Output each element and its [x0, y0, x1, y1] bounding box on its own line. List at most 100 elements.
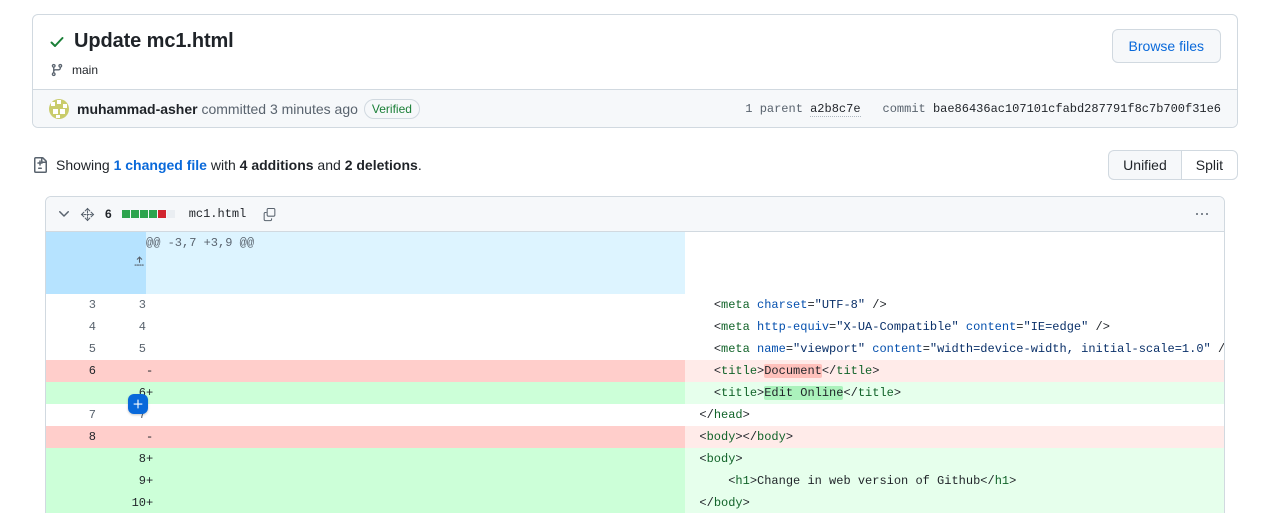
commit-sha[interactable]: bae86436ac107101cfabd287791f8c7b700f31e6	[933, 102, 1221, 116]
diff-line-row: 9 + <h1>Change in web version of Github<…	[46, 470, 1224, 492]
diff-summary-text: Showing 1 changed file with 4 additions …	[56, 155, 422, 175]
old-line-number[interactable]	[46, 382, 96, 404]
commit-diff-page: Update mc1.html main Browse files muhamm…	[0, 0, 1270, 513]
diff-table: @@ -3,7 +3,9 @@ 3 3 <meta charset="UTF-8…	[46, 232, 1224, 513]
line-sign: +	[146, 470, 685, 492]
new-line-number[interactable]: 5	[96, 338, 146, 360]
diff-summary-row: Showing 1 changed file with 4 additions …	[32, 150, 1238, 180]
summary-prefix: Showing	[56, 157, 114, 173]
stat-square-add	[121, 210, 130, 218]
commit-message-title: Update mc1.html	[74, 30, 234, 52]
author-name[interactable]: muhammad-asher	[77, 101, 198, 117]
new-line-number[interactable]: 9	[96, 470, 146, 492]
verified-badge[interactable]: Verified	[363, 98, 420, 119]
new-line-number[interactable]: 10	[96, 492, 146, 513]
diff-summary-left: Showing 1 changed file with 4 additions …	[32, 155, 422, 175]
kebab-horizontal-icon[interactable]	[1194, 206, 1216, 222]
branch-row: main	[49, 63, 234, 77]
branch-name[interactable]: main	[72, 63, 98, 77]
old-line-number[interactable]: 3	[46, 294, 96, 316]
line-code: <meta http-equiv="X-UA-Compatible" conte…	[685, 316, 1224, 338]
copy-path-icon[interactable]	[262, 207, 277, 222]
new-line-number[interactable]: 3	[96, 294, 146, 316]
deletions-count: 2 deletions	[344, 157, 418, 173]
summary-conjunction: and	[313, 157, 345, 173]
commit-header-top: Update mc1.html main Browse files	[33, 15, 1237, 89]
line-sign	[146, 404, 685, 426]
avatar[interactable]	[49, 98, 69, 119]
diff-hunk-header-row: @@ -3,7 +3,9 @@	[46, 232, 1224, 294]
summary-middle: with	[206, 157, 240, 173]
line-sign: -	[146, 426, 685, 448]
diff-view-toggle: Unified Split	[1108, 150, 1238, 180]
line-code: </body>	[685, 492, 1224, 513]
check-icon	[49, 34, 65, 50]
diff-line-row: 10 + </body>	[46, 492, 1224, 513]
commit-header-card: Update mc1.html main Browse files muhamm…	[32, 14, 1238, 128]
browse-files-button[interactable]: Browse files	[1111, 29, 1221, 63]
add-line-comment-button[interactable]	[128, 394, 148, 414]
new-line-number[interactable]	[96, 360, 146, 382]
line-sign: +	[146, 448, 685, 470]
line-sign: -	[146, 360, 685, 382]
stat-square-add	[139, 210, 148, 218]
diff-stat-count: 6	[105, 207, 112, 221]
tab-split[interactable]: Split	[1180, 150, 1238, 180]
new-line-number[interactable]: 4	[96, 316, 146, 338]
stat-square-add	[130, 210, 139, 218]
line-code: <body>	[685, 448, 1224, 470]
chevron-down-icon[interactable]	[56, 206, 72, 222]
unfold-expand-icon[interactable]	[80, 207, 95, 222]
commit-time-text: committed 3 minutes ago	[201, 100, 358, 117]
old-line-number[interactable]: 6	[46, 360, 96, 382]
line-sign: +	[146, 382, 685, 404]
line-code: </head>	[685, 404, 1224, 426]
commit-author-group: muhammad-asher committed 3 minutes ago Ve…	[49, 98, 420, 119]
tab-unified[interactable]: Unified	[1108, 150, 1181, 180]
hunk-header-text: @@ -3,7 +3,9 @@	[146, 232, 685, 294]
line-code: <title>Document</title>	[685, 360, 1224, 382]
git-branch-icon	[50, 63, 64, 77]
line-code: <h1>Change in web version of Github</h1>	[685, 470, 1224, 492]
line-sign	[146, 316, 685, 338]
changed-file-link[interactable]: 1 changed file	[114, 157, 207, 173]
old-line-number[interactable]: 5	[46, 338, 96, 360]
new-line-number[interactable]: 8	[96, 448, 146, 470]
commit-title-block: Update mc1.html main	[49, 29, 234, 77]
commit-title-row: Update mc1.html	[49, 29, 234, 54]
old-line-number[interactable]	[46, 448, 96, 470]
file-diff-icon	[32, 157, 48, 173]
summary-suffix: .	[417, 157, 422, 173]
diff-line-row: 7 7 </head>	[46, 404, 1224, 426]
old-line-number[interactable]: 7	[46, 404, 96, 426]
additions-count: 4 additions	[239, 157, 314, 173]
stat-square-none	[166, 210, 175, 218]
commit-sha-group: commit bae86436ac107101cfabd287791f8c7b7…	[883, 102, 1221, 116]
old-line-number[interactable]: 8	[46, 426, 96, 448]
diff-line-row: 6 - <title>Document</title>	[46, 360, 1224, 382]
diff-file-box: 6 mc1.html @@ -3,7 +3,9 @@ 3 3 <meta cha…	[45, 196, 1225, 513]
old-line-number[interactable]: 4	[46, 316, 96, 338]
hunk-expand-button[interactable]	[46, 232, 146, 294]
old-line-number[interactable]	[46, 470, 96, 492]
diff-line-row: 5 5 <meta name="viewport" content="width…	[46, 338, 1224, 360]
diff-line-row: 6 + <title>Edit Online</title>	[46, 382, 1224, 404]
line-sign	[146, 294, 685, 316]
commit-hash-group: 1 parent a2b8c7e commit bae86436ac107101…	[745, 101, 1221, 117]
diff-line-row: 8 + <body>	[46, 448, 1224, 470]
stat-square-del	[157, 210, 166, 218]
line-code: <meta charset="UTF-8" />	[685, 294, 1224, 316]
diff-line-row: 3 3 <meta charset="UTF-8" />	[46, 294, 1224, 316]
commit-author-line: muhammad-asher committed 3 minutes ago Ve…	[77, 98, 420, 119]
diff-file-name[interactable]: mc1.html	[189, 207, 247, 221]
diff-line-row: 8 - <body></body>	[46, 426, 1224, 448]
plus-icon	[133, 399, 143, 409]
diff-stat-bar	[121, 210, 175, 218]
new-line-number[interactable]	[96, 426, 146, 448]
old-line-number[interactable]	[46, 492, 96, 513]
stat-square-add	[148, 210, 157, 218]
diff-line-row: 4 4 <meta http-equiv="X-UA-Compatible" c…	[46, 316, 1224, 338]
commit-label: commit	[882, 101, 926, 116]
line-code: <meta name="viewport" content="width=dev…	[685, 338, 1224, 360]
parent-sha[interactable]: a2b8c7e	[810, 101, 861, 117]
